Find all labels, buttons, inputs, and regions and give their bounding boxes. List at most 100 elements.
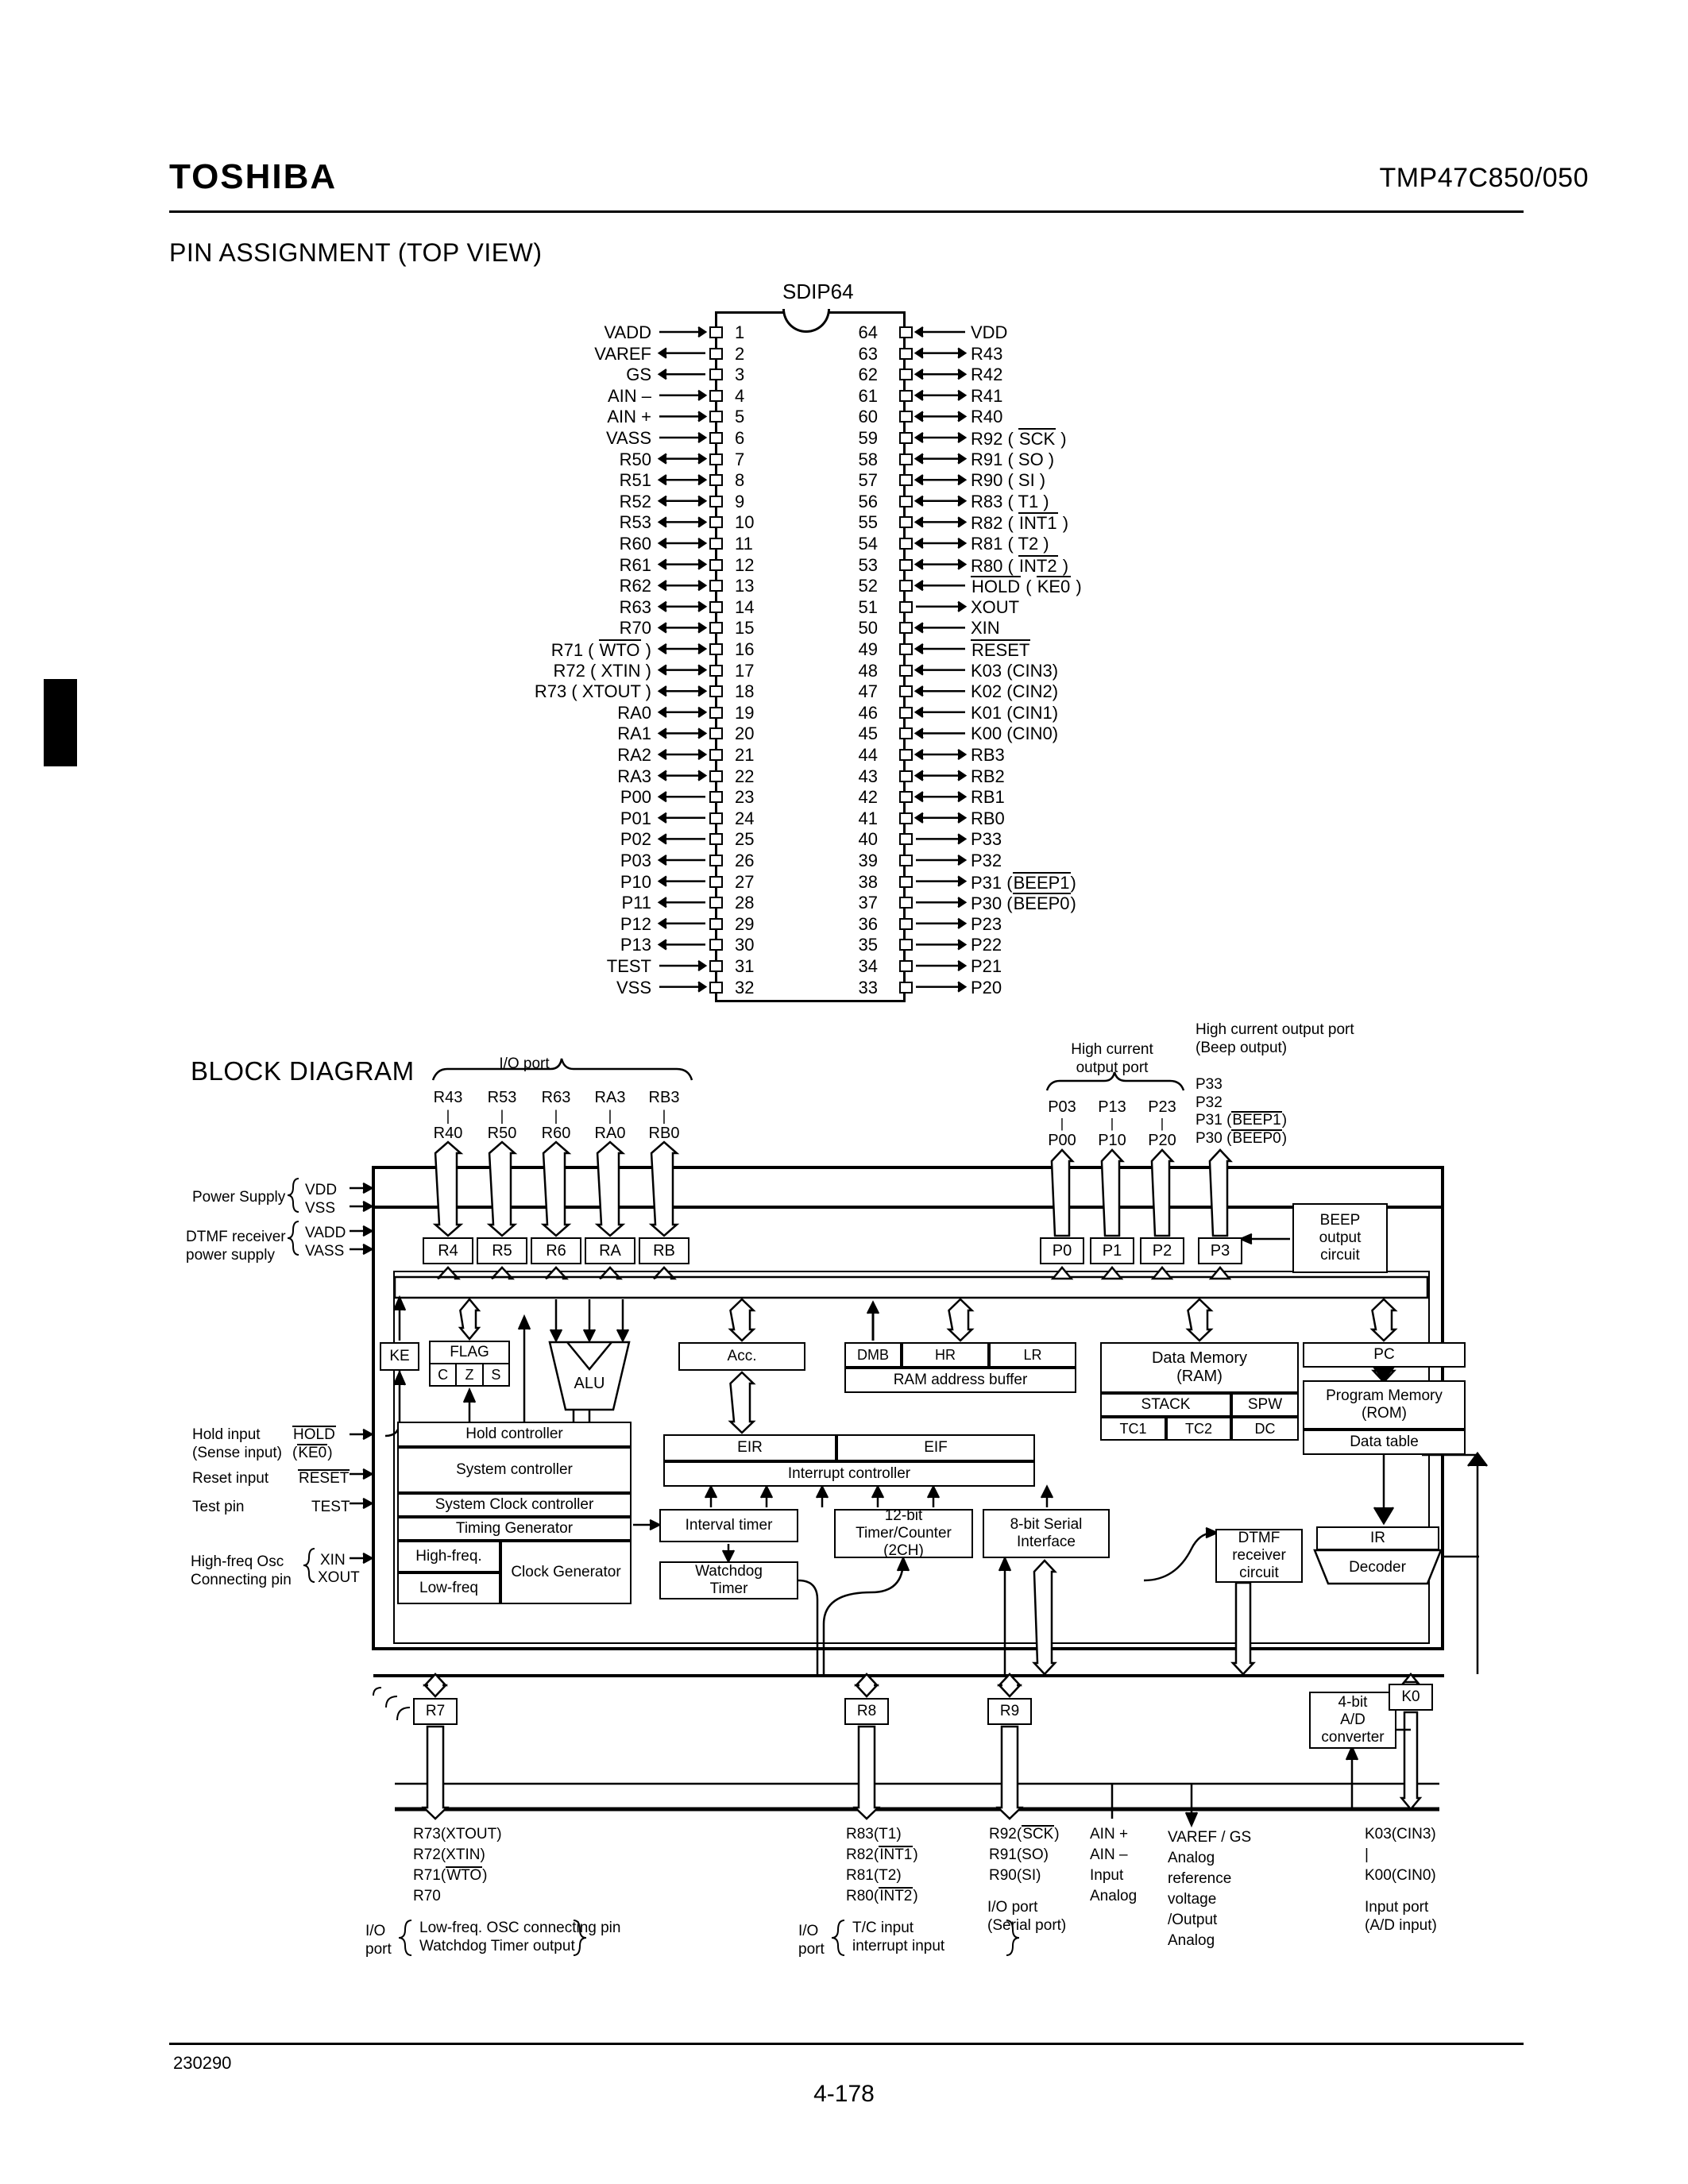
varef-group-pin: Analog	[1168, 1932, 1215, 1949]
vdd-pin-label: VDD	[305, 1182, 338, 1198]
pc-block: PC	[1303, 1342, 1466, 1368]
ain-group-pin: Analog	[1090, 1888, 1138, 1904]
dtmf-receiver-block: DTMF receiver circuit	[1215, 1529, 1303, 1583]
k0-group-pin: |	[1365, 1846, 1369, 1863]
r7-group-pin: R73(XTOUT)	[413, 1826, 502, 1843]
r7-group-pin: R72(XTIN)	[413, 1846, 485, 1863]
power-supply-label: Power Supply	[192, 1189, 286, 1206]
port-register-p1: P1	[1090, 1237, 1134, 1264]
osc-label: High-freq Osc Connecting pin	[191, 1553, 292, 1589]
eir-block: EIR	[663, 1434, 836, 1461]
data-memory-block: Data Memory (RAM)	[1100, 1342, 1299, 1393]
interrupt-controller-block: Interrupt controller	[663, 1461, 1035, 1487]
data-table-block: Data table	[1303, 1430, 1466, 1455]
system-controller-block: System controller	[397, 1447, 632, 1493]
document-code: 230290	[173, 2053, 232, 2073]
block-diagram-wiring	[287, 326, 1488, 1956]
ain-group-pin: AIN +	[1090, 1826, 1129, 1843]
r8-group-desc: T/C input interrupt input	[852, 1920, 945, 1955]
r7-group-desc: Low-freq. OSC connecting pin Watchdog Tim…	[419, 1920, 621, 1955]
r8-group-pin: R82(INT1)	[846, 1846, 918, 1863]
flag-bits: CZS	[429, 1364, 510, 1387]
flag-bit: S	[483, 1364, 510, 1387]
ain-group-pin: AIN –	[1090, 1846, 1128, 1863]
varef-group-pin: Analog	[1168, 1850, 1215, 1866]
ir-block: IR	[1316, 1526, 1439, 1550]
decoder-label: Decoder	[1349, 1559, 1406, 1576]
vass-pin-label: VASS	[305, 1243, 345, 1260]
watchdog-timer-block: Watchdog Timer	[659, 1561, 798, 1599]
ke-block: KE	[380, 1342, 419, 1371]
r8-group-pin: R83(T1)	[846, 1826, 902, 1843]
r9-group-pin: R92(SCK)	[989, 1825, 1060, 1843]
ram-address-buffer-block: RAM address buffer	[844, 1368, 1076, 1393]
r7-group-pin: R70	[413, 1888, 441, 1904]
datasheet-page: TOSHIBA TMP47C850/050 PIN ASSIGNMENT (TO…	[0, 0, 1688, 2184]
page-number: 4-178	[813, 2081, 875, 2107]
port-register-r7: R7	[413, 1698, 458, 1725]
r9-group-pin: R90(SI)	[989, 1867, 1041, 1884]
alu-label: ALU	[574, 1375, 605, 1392]
test-pin-caption: Test pin	[192, 1499, 245, 1515]
r8-group-pin: R80(INT2)	[846, 1887, 918, 1904]
reset-pin-label: RESET	[298, 1469, 350, 1487]
port-register-r4: R4	[423, 1237, 473, 1264]
r9-group-desc: I/O port (Serial port)	[987, 1899, 1067, 1935]
ad-converter-block: 4-bit A/D converter	[1309, 1692, 1396, 1749]
low-freq-block: Low-freq	[397, 1572, 500, 1604]
acc-block: Acc.	[678, 1342, 805, 1371]
r7-group-port-kind: I/O port	[365, 1923, 392, 1958]
reset-input-label: Reset input	[192, 1470, 269, 1487]
beep-output-circuit-block: BEEP output circuit	[1292, 1203, 1388, 1273]
high-freq-block: High-freq.	[397, 1541, 500, 1572]
timing-generator-block: Timing Generator	[397, 1517, 632, 1541]
k0-group-pin: K03(CIN3)	[1365, 1826, 1436, 1843]
vadd-pin-label: VADD	[305, 1225, 346, 1241]
timer-counter-block: 12-bit Timer/Counter (2CH)	[834, 1507, 973, 1559]
k0-group-pin: K00(CIN0)	[1365, 1867, 1436, 1884]
r7-group-pin: R71(WTO)	[413, 1866, 488, 1884]
hold-controller-block: Hold controller	[397, 1422, 632, 1447]
port-register-ra: RA	[585, 1237, 635, 1264]
xin-pin-label: XIN	[320, 1552, 346, 1569]
hold-input-label: Hold input (Sense input)	[192, 1426, 283, 1462]
stack-block: STACK	[1100, 1393, 1231, 1417]
varef-group-pin: VAREF / GS	[1168, 1829, 1252, 1846]
port-register-r6: R6	[531, 1237, 581, 1264]
port-register-p0: P0	[1040, 1237, 1084, 1264]
eif-block: EIF	[836, 1434, 1035, 1461]
port-register-r5: R5	[477, 1237, 527, 1264]
interval-timer-block: Interval timer	[659, 1509, 798, 1542]
dtmf-supply-label: DTMF receiver power supply	[186, 1229, 286, 1264]
varef-group-pin: voltage	[1168, 1891, 1217, 1908]
hr-block: HR	[902, 1342, 989, 1368]
tc2-block: TC2	[1166, 1417, 1231, 1441]
system-clock-controller-block: System Clock controller	[397, 1493, 632, 1517]
hold-pin-label: HOLD (KE0)	[292, 1426, 336, 1462]
varef-group-pin: reference	[1168, 1870, 1232, 1887]
dmb-block: DMB	[844, 1342, 902, 1368]
r8-group-port-kind: I/O port	[798, 1923, 825, 1958]
port-register-r8: R8	[844, 1698, 889, 1725]
port-register-p3: P3	[1198, 1237, 1242, 1264]
lr-block: LR	[989, 1342, 1076, 1368]
serial-interface-block: 8-bit Serial Interface	[983, 1509, 1110, 1558]
varef-group-pin: /Output	[1168, 1912, 1218, 1928]
vss-pin-label: VSS	[305, 1200, 336, 1217]
r9-group-pin: R91(SO)	[989, 1846, 1049, 1863]
footer-divider	[169, 2043, 1524, 2045]
xout-pin-label: XOUT	[318, 1569, 360, 1586]
test-pin-label: TEST	[311, 1499, 350, 1515]
tc1-block: TC1	[1100, 1417, 1166, 1441]
flag-bit: Z	[457, 1364, 484, 1387]
program-memory-block: Program Memory (ROM)	[1303, 1380, 1466, 1430]
port-register-p2: P2	[1140, 1237, 1184, 1264]
r8-group-pin: R81(T2)	[846, 1867, 902, 1884]
flag-block: FLAG	[429, 1341, 510, 1364]
port-register-r9: R9	[987, 1698, 1032, 1725]
port-register-k0: K0	[1389, 1684, 1433, 1711]
k0-group-desc: Input port (A/D input)	[1365, 1899, 1437, 1935]
dc-block: DC	[1231, 1417, 1299, 1441]
flag-bit: C	[429, 1364, 458, 1387]
port-register-rb: RB	[639, 1237, 689, 1264]
